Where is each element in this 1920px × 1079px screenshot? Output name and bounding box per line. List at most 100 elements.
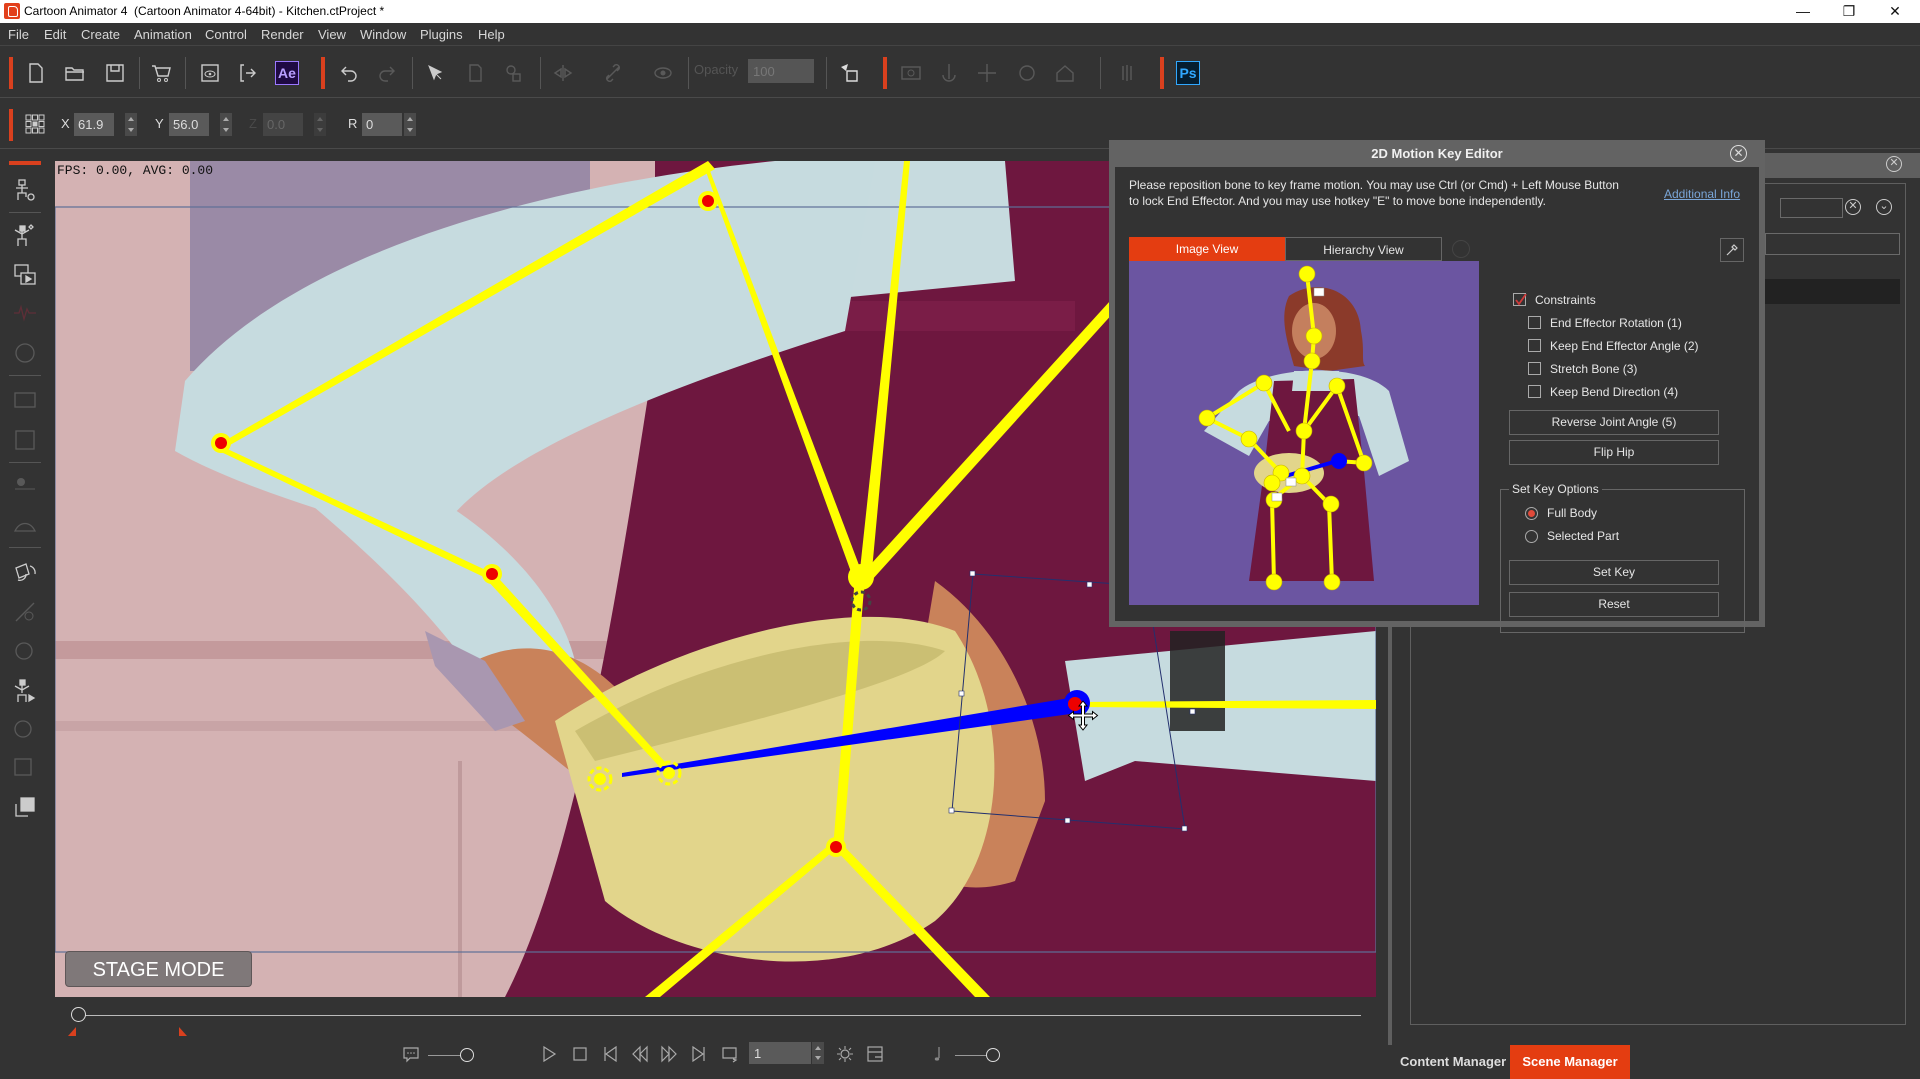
- menu-control[interactable]: Control: [205, 27, 247, 42]
- dropdown-icon[interactable]: ⌄: [1876, 199, 1892, 215]
- redo-button[interactable]: [372, 58, 402, 88]
- y-spinner[interactable]: [220, 113, 232, 136]
- face-puppet-icon[interactable]: [12, 639, 38, 665]
- current-frame-input[interactable]: [749, 1042, 811, 1064]
- audio-lipsync-icon[interactable]: [12, 300, 38, 326]
- maximize-button[interactable]: ❐: [1826, 0, 1872, 23]
- menu-plugins[interactable]: Plugins: [420, 27, 463, 42]
- tab-hierarchy-view[interactable]: Hierarchy View: [1285, 237, 1442, 261]
- previous-frame-button[interactable]: [629, 1043, 651, 1065]
- character-preview[interactable]: [1129, 261, 1479, 605]
- menu-create[interactable]: Create: [81, 27, 120, 42]
- menu-view[interactable]: View: [318, 27, 346, 42]
- character-composer-icon[interactable]: [12, 178, 38, 204]
- bone-right-forearm[interactable]: [1077, 700, 1376, 709]
- bone-right-leg[interactable]: [833, 841, 990, 997]
- panel-search-input[interactable]: [1780, 198, 1843, 218]
- face-key-icon[interactable]: [12, 340, 38, 366]
- menu-help[interactable]: Help: [478, 27, 505, 42]
- align-button[interactable]: [1112, 58, 1142, 88]
- constraints-checkbox[interactable]: [1513, 293, 1527, 306]
- set-key-button[interactable]: Set Key: [1509, 560, 1719, 585]
- bone-editor-icon[interactable]: [12, 222, 38, 248]
- bone-shoulder-right[interactable]: [861, 301, 1115, 581]
- reset-pivot-button[interactable]: [834, 58, 864, 88]
- tab-content-manager[interactable]: Content Manager: [1388, 1045, 1519, 1079]
- speed-slider-knob[interactable]: [460, 1048, 474, 1062]
- range-end-marker[interactable]: [179, 1027, 187, 1036]
- audio-button[interactable]: [927, 1043, 949, 1065]
- clear-search-icon[interactable]: ✕: [1845, 199, 1861, 215]
- collapse-icon[interactable]: [1452, 240, 1470, 258]
- loop-button[interactable]: [719, 1043, 741, 1065]
- bone-forearm[interactable]: [219, 446, 492, 579]
- motion-puppet-icon[interactable]: [12, 678, 38, 704]
- prop-editor-icon[interactable]: [12, 427, 38, 453]
- bone-hand[interactable]: [486, 571, 675, 777]
- duplicate-button[interactable]: [460, 58, 490, 88]
- z-spinner[interactable]: [314, 113, 326, 136]
- stop-button[interactable]: [569, 1043, 591, 1065]
- z-input[interactable]: [263, 113, 303, 136]
- frame-spinner[interactable]: [812, 1042, 824, 1064]
- preview-button[interactable]: [195, 58, 225, 88]
- joint[interactable]: [826, 837, 846, 857]
- joint[interactable]: [482, 564, 502, 584]
- menu-render[interactable]: Render: [261, 27, 304, 42]
- sprite-switch-icon[interactable]: [12, 756, 38, 782]
- morph-button[interactable]: [1050, 58, 1080, 88]
- panel-selected-row[interactable]: [1765, 279, 1900, 304]
- first-frame-button[interactable]: [599, 1043, 621, 1065]
- bone-upper-arm[interactable]: [221, 161, 715, 449]
- minimize-button[interactable]: —: [1780, 0, 1826, 23]
- tab-scene-manager[interactable]: Scene Manager: [1510, 1045, 1630, 1079]
- x-input[interactable]: [74, 113, 114, 136]
- r-spinner[interactable]: [404, 113, 416, 136]
- select-button[interactable]: [420, 58, 450, 88]
- tab-image-view[interactable]: Image View: [1129, 237, 1285, 261]
- end-effector-selected[interactable]: [1064, 690, 1090, 716]
- elastic-editor-icon[interactable]: [12, 599, 38, 625]
- menu-file[interactable]: File: [8, 27, 29, 42]
- joint[interactable]: [698, 191, 718, 211]
- reset-button[interactable]: Reset: [1509, 592, 1719, 617]
- play-button[interactable]: [538, 1043, 560, 1065]
- 3d-head-icon[interactable]: [12, 473, 38, 499]
- full-body-radio[interactable]: [1525, 507, 1538, 520]
- flip-button[interactable]: [548, 58, 578, 88]
- pivot-grid-button[interactable]: [20, 109, 50, 139]
- panel-filter-row[interactable]: [1765, 233, 1900, 255]
- last-frame-button[interactable]: [688, 1043, 710, 1065]
- stage-mode-button[interactable]: STAGE MODE: [65, 951, 252, 987]
- r-input[interactable]: [362, 113, 402, 136]
- layer-manager-icon[interactable]: [12, 794, 38, 820]
- bone-spine[interactable]: [859, 161, 910, 581]
- opacity-input[interactable]: [748, 59, 814, 83]
- export-button[interactable]: [233, 58, 263, 88]
- open-button[interactable]: [60, 58, 90, 88]
- audio-volume-knob[interactable]: [986, 1048, 1000, 1062]
- close-button[interactable]: ✕: [1872, 0, 1918, 23]
- end-effector-rotation-checkbox[interactable]: [1528, 316, 1541, 329]
- menu-animation[interactable]: Animation: [134, 27, 192, 42]
- flip-hip-button[interactable]: Flip Hip: [1509, 440, 1719, 465]
- picker-button[interactable]: [1720, 238, 1744, 262]
- spring-editor-icon[interactable]: [12, 511, 38, 537]
- range-start-marker[interactable]: [68, 1027, 76, 1036]
- bone-pelvis[interactable]: [833, 576, 865, 849]
- scene-editor-icon[interactable]: [12, 262, 38, 288]
- selected-part-radio[interactable]: [1525, 530, 1538, 543]
- link-button[interactable]: [598, 58, 628, 88]
- timeline-track[interactable]: [84, 1015, 1361, 1016]
- stretch-bone-checkbox[interactable]: [1528, 362, 1541, 375]
- motion-key-editor-icon[interactable]: [12, 560, 38, 586]
- move-button[interactable]: [972, 58, 1002, 88]
- save-button[interactable]: [100, 58, 130, 88]
- y-input[interactable]: [169, 113, 209, 136]
- audio-volume-track[interactable]: [955, 1055, 989, 1056]
- render-settings-button[interactable]: [834, 1043, 856, 1065]
- sprite-editor-icon[interactable]: [12, 387, 38, 413]
- keep-end-effector-angle-checkbox[interactable]: [1528, 339, 1541, 352]
- after-effects-button[interactable]: Ae: [272, 58, 302, 88]
- keep-bend-direction-checkbox[interactable]: [1528, 385, 1541, 398]
